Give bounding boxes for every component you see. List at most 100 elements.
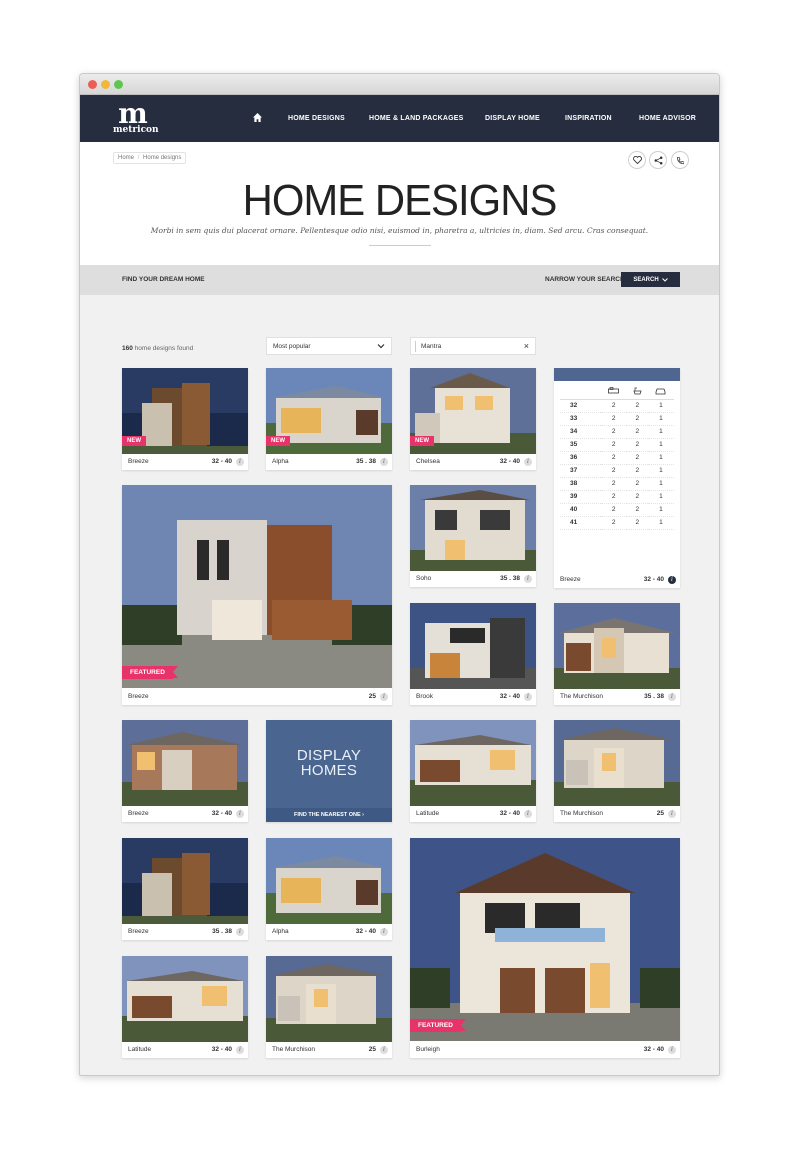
display-homes-promo[interactable]: DISPLAY HOMES FIND THE NEAREST ONE ›: [266, 720, 392, 822]
filter-input[interactable]: Mantra ×: [410, 337, 536, 355]
home-card[interactable]: Breeze 35 . 38 i: [122, 838, 248, 940]
spec-floor-size: 33: [560, 412, 601, 426]
maximize-window-button[interactable]: [114, 80, 123, 89]
spec-value: 2: [626, 438, 648, 452]
top-navbar: m metricon HOME DESIGNS HOME & LAND PACK…: [80, 95, 719, 142]
minimize-window-button[interactable]: [101, 80, 110, 89]
info-icon[interactable]: i: [380, 693, 388, 701]
breadcrumb-separator: /: [137, 155, 140, 161]
close-window-button[interactable]: [88, 80, 97, 89]
info-icon[interactable]: i: [524, 810, 532, 818]
find-nearest-link[interactable]: FIND THE NEAREST ONE ›: [266, 808, 392, 822]
card-name: Latitude: [416, 810, 440, 817]
info-icon[interactable]: i: [236, 458, 244, 466]
floorplan-spec-card[interactable]: 32 2 2 1 33 2 2 1 34 2 2 1 35 2 2 1 36 2 2 1 37 2 2 1 38 2 2 1 39 2 2 1…: [554, 368, 680, 588]
sort-select-value: Most popular: [273, 343, 311, 350]
spec-floor-size: 36: [560, 451, 601, 465]
house-image: [410, 485, 536, 571]
spec-value: 2: [626, 503, 648, 517]
card-name: The Murchison: [560, 810, 603, 817]
home-card[interactable]: Brook 32 - 40 i: [410, 603, 536, 705]
info-icon[interactable]: i: [668, 693, 676, 701]
home-card[interactable]: Breeze 32 - 40 i: [122, 720, 248, 822]
house-image: [122, 720, 248, 806]
chevron-right-icon: ›: [362, 812, 364, 818]
spec-row: 38 2 2 1: [560, 477, 674, 491]
card-name: Breeze: [128, 693, 149, 700]
home-card[interactable]: The Murchison 35 . 38 i: [554, 603, 680, 705]
spec-row: 41 2 2 1: [560, 516, 674, 530]
chevron-down-icon: [377, 344, 385, 349]
card-name: Breeze: [560, 576, 581, 583]
spec-header: [554, 368, 680, 381]
home-card[interactable]: NEW Alpha 35 . 38 i: [266, 368, 392, 470]
favourite-button[interactable]: [628, 151, 646, 169]
info-icon[interactable]: i: [668, 576, 676, 584]
home-card[interactable]: Alpha 32 - 40 i: [266, 838, 392, 940]
spec-value: 2: [600, 399, 627, 413]
home-card[interactable]: The Murchison 25 i: [266, 956, 392, 1058]
card-size: 35 . 38: [644, 693, 664, 700]
spec-value: 2: [626, 425, 648, 439]
spec-value: 2: [600, 516, 627, 530]
metricon-logo[interactable]: m metricon: [113, 100, 159, 136]
nav-display-home[interactable]: DISPLAY HOME: [485, 95, 540, 142]
spec-value: 2: [626, 399, 648, 413]
card-size: 32 - 40: [499, 693, 520, 700]
info-icon[interactable]: i: [668, 810, 676, 818]
search-button[interactable]: SEARCH: [621, 272, 680, 287]
card-size: 32 - 40: [499, 810, 520, 817]
display-homes-line1: DISPLAY: [296, 747, 362, 764]
nav-home-land-packages[interactable]: HOME & LAND PACKAGES: [369, 95, 463, 142]
house-image: [410, 838, 680, 1041]
spec-value: 1: [647, 477, 674, 491]
info-icon[interactable]: i: [236, 928, 244, 936]
call-button[interactable]: [671, 151, 689, 169]
home-card-featured[interactable]: FEATURED Burleigh 32 - 40 i: [410, 838, 680, 1058]
info-icon[interactable]: i: [380, 928, 388, 936]
home-card[interactable]: The Murchison 25 i: [554, 720, 680, 822]
spec-value: 1: [647, 503, 674, 517]
card-size: 35 . 38: [356, 458, 376, 465]
card-size: 25: [656, 810, 664, 817]
clear-filter-icon[interactable]: ×: [524, 341, 529, 351]
info-icon[interactable]: i: [524, 458, 532, 466]
home-card[interactable]: Latitude 32 - 40 i: [122, 956, 248, 1058]
sort-select[interactable]: Most popular: [266, 337, 392, 355]
spec-value: 1: [647, 399, 674, 413]
info-icon[interactable]: i: [236, 1046, 244, 1054]
info-icon[interactable]: i: [524, 693, 532, 701]
share-button[interactable]: [649, 151, 667, 169]
spec-icon-row: [560, 386, 674, 400]
nav-home-advisor[interactable]: HOME ADVISOR: [639, 95, 696, 142]
spec-table: 32 2 2 1 33 2 2 1 34 2 2 1 35 2 2 1 36 2 2 1 37 2 2 1 38 2 2 1 39 2 2 1…: [560, 386, 674, 530]
spec-value: 2: [600, 425, 627, 439]
home-card[interactable]: Latitude 32 - 40 i: [410, 720, 536, 822]
info-icon[interactable]: i: [668, 1046, 676, 1054]
home-card[interactable]: Soho 35 . 38 i: [410, 485, 536, 587]
featured-badge: FEATURED: [410, 1019, 466, 1032]
home-icon[interactable]: [253, 113, 262, 122]
info-icon[interactable]: i: [380, 458, 388, 466]
narrow-search-label: NARROW YOUR SEARCH: [545, 276, 625, 283]
home-card[interactable]: NEW Chelsea 32 - 40 i: [410, 368, 536, 470]
results-count-number: 160: [122, 345, 133, 352]
spec-blank-cell: [560, 386, 601, 400]
info-icon[interactable]: i: [524, 575, 532, 583]
spec-value: 2: [626, 477, 648, 491]
results-count-suffix: home designs found: [134, 345, 194, 352]
card-size: 32 - 40: [643, 1046, 664, 1053]
nav-home-designs[interactable]: HOME DESIGNS: [288, 95, 345, 142]
display-homes-title: DISPLAY HOMES: [266, 748, 392, 778]
breadcrumb-home[interactable]: Home: [118, 155, 134, 161]
info-icon[interactable]: i: [380, 1046, 388, 1054]
card-name: Breeze: [128, 928, 149, 935]
card-size: 32 - 40: [211, 1046, 232, 1053]
home-card-featured[interactable]: FEATURED Breeze 25 i: [122, 485, 392, 705]
card-size: 32 - 40: [211, 810, 232, 817]
card-name: The Murchison: [272, 1046, 315, 1053]
title-divider: [369, 245, 431, 246]
home-card[interactable]: NEW Breeze 32 - 40 i: [122, 368, 248, 470]
info-icon[interactable]: i: [236, 810, 244, 818]
nav-inspiration[interactable]: INSPIRATION: [565, 95, 612, 142]
